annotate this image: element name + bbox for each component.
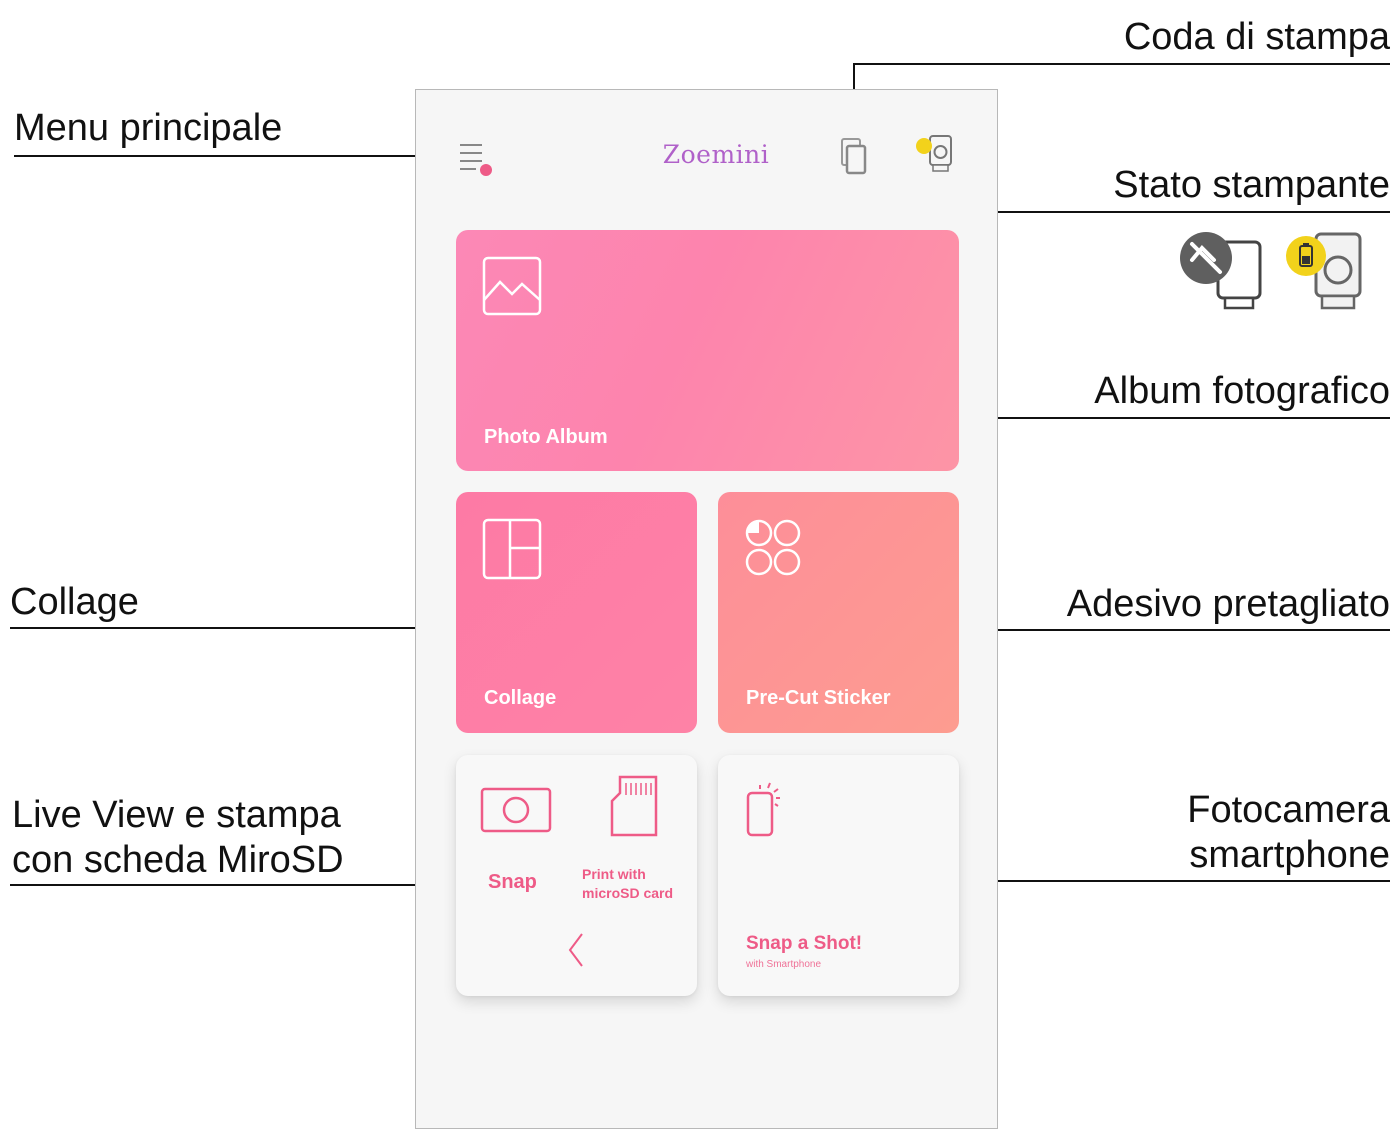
collage-card[interactable]: Collage [456,492,697,733]
photo-album-label: Photo Album [484,426,608,448]
snap-card: Snap Print with microSD card [456,755,697,996]
pre-cut-sticker-label: Pre-Cut Sticker [746,687,891,709]
menu-icon [460,144,492,176]
print-microsd-button[interactable]: Print with microSD card [576,755,697,915]
print-microsd-label-line2: microSD card [582,885,674,901]
callout-line-printer-status [940,211,1390,213]
callout-phone-camera: Fotocamera smartphone [1187,788,1390,878]
callout-print-queue: Coda di stampa [1123,16,1390,58]
callout-line-print-queue [853,63,1390,65]
sticker-shapes-icon [745,519,801,576]
callout-line-live-view [10,884,478,886]
app-title: Zoemini [662,140,770,169]
photo-album-card[interactable]: Photo Album [456,230,959,471]
callout-line-main-menu [14,155,452,157]
camera-icon [480,787,552,833]
snap-a-shot-sublabel: with Smartphone [746,959,822,970]
snap-a-shot-card[interactable]: Snap a Shot! with Smartphone [718,755,959,996]
snap-label: Snap [488,871,537,893]
callout-main-menu: Menu principale [14,107,283,149]
printer-status-icon [916,135,952,172]
pre-cut-sticker-card[interactable]: Pre-Cut Sticker [718,492,959,733]
callout-live-view: Live View e stampa con scheda MiroSD [12,793,344,883]
collapse-button[interactable] [560,930,594,970]
callout-live-view-line1: Live View e stampa [12,794,341,836]
print-microsd-label: Print with microSD card [582,865,673,903]
collage-label: Collage [484,687,557,709]
battery-printer-icon [1286,232,1366,312]
menu-button[interactable] [458,140,498,180]
disconnected-printer-icon [1178,230,1268,312]
callout-phone-camera-line1: Fotocamera [1187,789,1390,831]
callout-pre-cut-sticker: Adesivo pretagliato [1066,583,1390,625]
callout-photo-album: Album fotografico [1094,370,1390,412]
smartphone-icon [746,782,780,837]
collage-layout-icon [482,518,542,580]
print-queue-button[interactable] [838,135,868,175]
snap-a-shot-label: Snap a Shot! [746,933,863,954]
callout-collage: Collage [10,581,139,623]
image-icon [482,256,542,316]
print-microsd-label-line1: Print with [582,866,646,882]
printer-status-button[interactable] [912,132,958,178]
callout-live-view-line2: con scheda MiroSD [12,839,344,881]
chevron-left-icon [568,933,583,967]
callout-line-collage [10,627,484,629]
print-queue-icon [841,138,867,175]
phone-screen: Zoemini Photo Album Collage Pre-Cut Stic… [415,89,998,1129]
callout-printer-status: Stato stampante [1113,164,1390,206]
callout-phone-camera-line2: smartphone [1189,834,1390,876]
snap-button[interactable]: Snap [456,755,576,915]
microsd-card-icon [610,775,658,837]
